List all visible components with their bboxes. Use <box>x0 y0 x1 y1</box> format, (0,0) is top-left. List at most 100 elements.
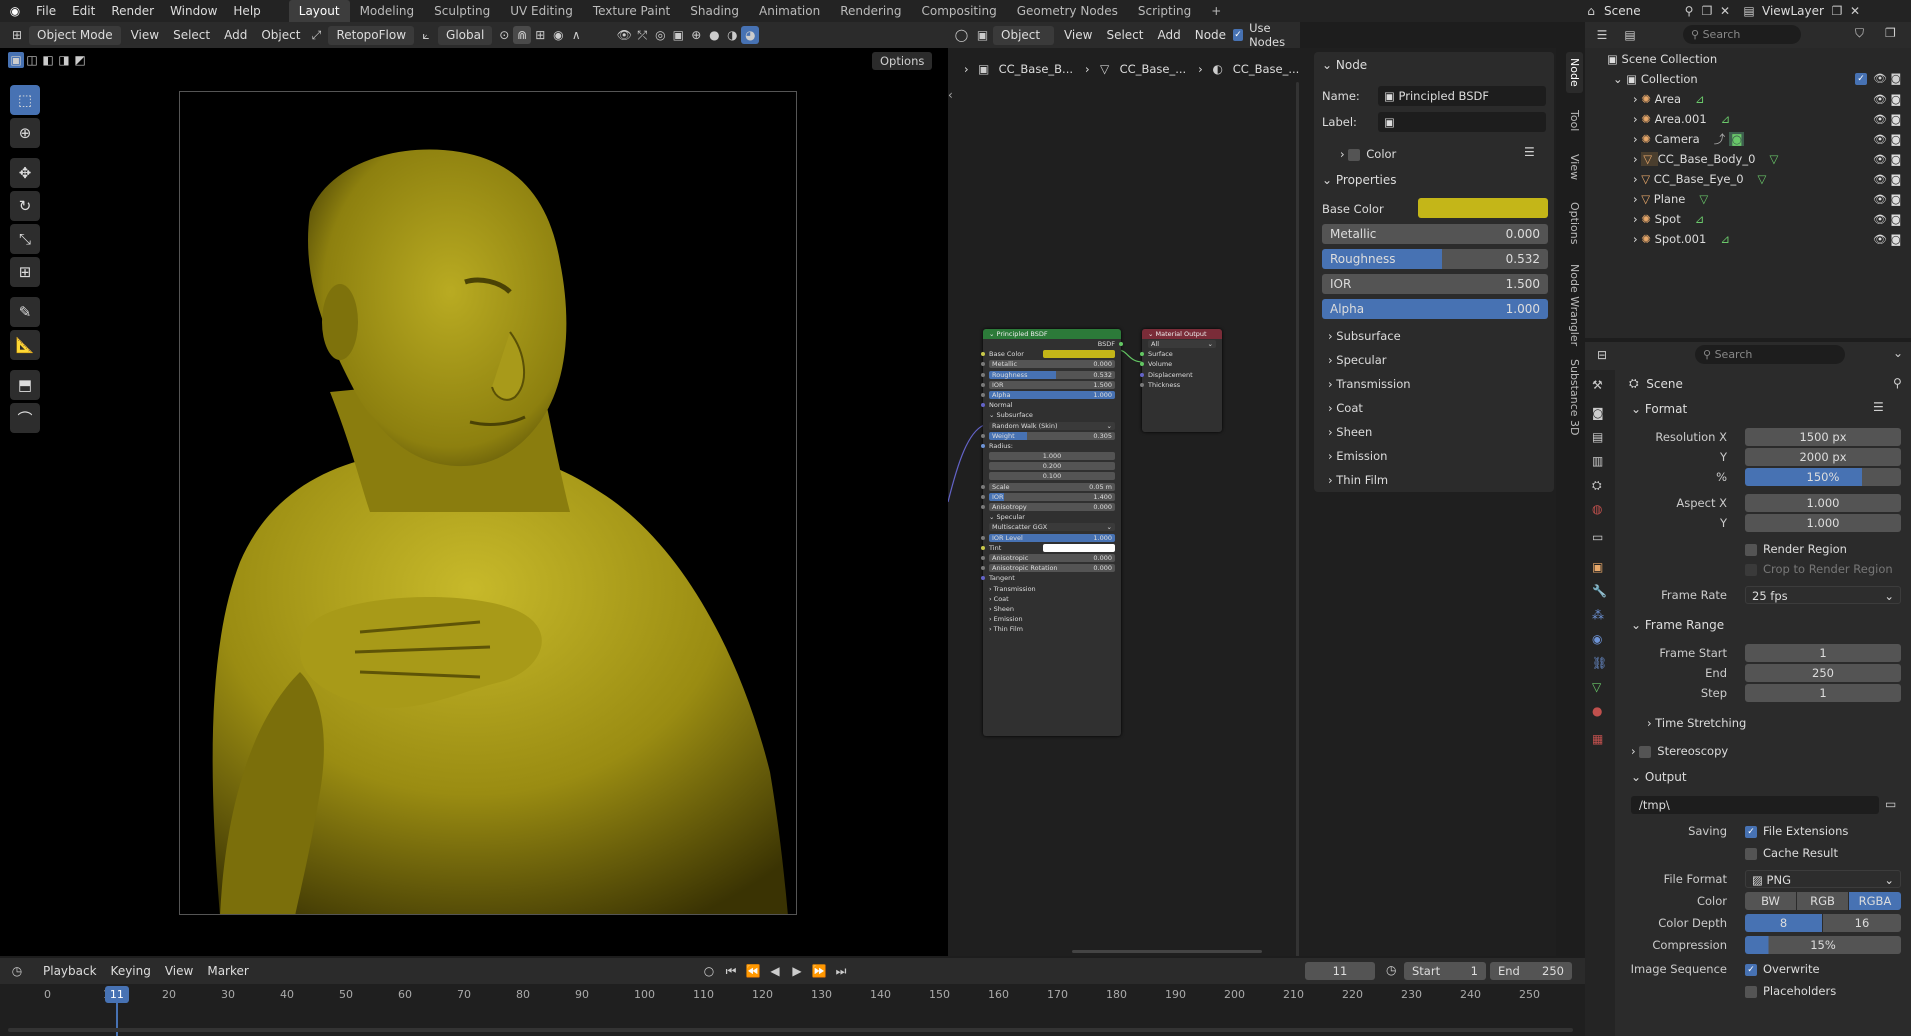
tab-shading[interactable]: Shading <box>680 0 749 22</box>
cache-result-checkbox[interactable] <box>1745 847 1757 860</box>
tab-layout[interactable]: Layout <box>288 0 350 22</box>
menu-edit[interactable]: Edit <box>64 0 103 22</box>
emission-subpanel[interactable]: › Emission <box>1328 449 1387 463</box>
sss-ior-row[interactable]: IOR 1.400 <box>981 492 1121 502</box>
viewport-menu-select[interactable]: Select <box>166 25 217 45</box>
subsurface-panel[interactable]: ⌄ Subsurface <box>983 410 1121 420</box>
thin-film-panel[interactable]: › Thin Film <box>983 624 1121 634</box>
socket[interactable] <box>981 352 985 357</box>
outliner-item-area-001[interactable]: › ✺ Area.001 ⊿ <box>1633 109 1893 129</box>
emission-panel[interactable]: › Emission <box>983 614 1121 624</box>
outliner-item-spot[interactable]: › ✺ Spot ⊿ <box>1633 209 1893 229</box>
scene-name[interactable]: Scene <box>1600 4 1680 18</box>
output-node-header[interactable]: ⌄ Material Output <box>1142 329 1222 339</box>
add-workspace-button[interactable]: + <box>1201 0 1231 22</box>
outliner-item-cc-base-body[interactable]: › ▽ CC_Base_Body_0 ▽ <box>1633 149 1893 169</box>
new-scene-icon[interactable]: ❐ <box>1698 2 1716 20</box>
rotate-tool[interactable]: ↻ <box>10 191 40 221</box>
tab-node-wrangler[interactable]: Node Wrangler <box>1566 258 1583 352</box>
outliner-search[interactable]: ⚲ Search <box>1683 25 1801 44</box>
frame-start-field[interactable]: 1 <box>1745 644 1901 662</box>
gizmos-icon[interactable]: ⤱ <box>633 26 651 44</box>
bsdf-node-header[interactable]: ⌄ Principled BSDF <box>983 329 1121 339</box>
solid-shading-icon[interactable]: ● <box>705 26 723 44</box>
select-subtract-icon[interactable]: ◧ <box>40 52 56 68</box>
stereoscopy-panel-header[interactable]: › Stereoscopy <box>1631 744 1728 758</box>
menu-playback[interactable]: Playback <box>36 961 104 981</box>
radius-r-row[interactable]: 1.000 <box>983 451 1121 461</box>
camera-render-icon[interactable]: ◙ <box>1890 173 1901 186</box>
frame-ruler[interactable]: 0102030405060708090100110120130140150160… <box>0 988 1585 1006</box>
blender-logo-icon[interactable]: ◉ <box>6 2 24 20</box>
jump-start-icon[interactable]: ⏮ <box>722 962 740 980</box>
socket[interactable] <box>1140 362 1144 367</box>
prev-keyframe-icon[interactable]: ⏪ <box>744 962 762 980</box>
resolution-y-field[interactable]: 2000 px <box>1745 448 1901 466</box>
snap-target-icon[interactable]: ⊞ <box>531 26 549 44</box>
outliner-type-icon[interactable]: ☰ <box>1593 26 1611 44</box>
chevron-down-icon[interactable]: ⌄ <box>1893 346 1903 360</box>
socket[interactable] <box>981 555 985 560</box>
resolution-x-field[interactable]: 1500 px <box>1745 428 1901 446</box>
tab-modeling[interactable]: Modeling <box>350 0 425 22</box>
menu-window[interactable]: Window <box>162 0 225 22</box>
visibility-icon[interactable]: 👁 <box>615 26 633 44</box>
aspect-y-field[interactable]: 1.000 <box>1745 514 1901 532</box>
overwrite-checkbox[interactable]: ✓ <box>1745 963 1757 976</box>
tab-substance-3d[interactable]: Substance 3D <box>1566 353 1583 441</box>
outliner-item-camera[interactable]: › ✺ Camera ⤴ ◙ <box>1633 129 1893 149</box>
sss-method-row[interactable]: Random Walk (Skin) ⌄ <box>983 421 1121 431</box>
base-color-swatch[interactable] <box>1043 350 1115 359</box>
file-extensions-checkbox[interactable]: ✓ <box>1745 825 1757 838</box>
scale-tool[interactable]: ⤡ <box>10 224 40 254</box>
spec-aniso-row[interactable]: Anisotropic 0.000 <box>981 553 1121 563</box>
properties-section-title[interactable]: ⌄ Properties <box>1322 173 1397 187</box>
falloff-icon[interactable]: ∧ <box>567 26 585 44</box>
base-color-field[interactable] <box>1418 198 1548 218</box>
color-bw-button[interactable]: BW <box>1745 892 1796 910</box>
ior-row[interactable]: IOR 1.500 <box>981 380 1121 390</box>
frame-rate-dropdown[interactable]: 25 fps ⌄ <box>1745 586 1901 604</box>
node-editor-vscrollbar[interactable] <box>1296 82 1299 956</box>
viewport-menu-view[interactable]: View <box>124 25 166 45</box>
expand-icon[interactable]: › <box>1633 132 1641 146</box>
tool-tab-icon[interactable]: ⚒ <box>1592 378 1603 392</box>
output-panel-header[interactable]: ⌄ Output <box>1631 770 1687 784</box>
time-stretching-subpanel[interactable]: › Time Stretching <box>1647 716 1746 730</box>
socket[interactable] <box>981 484 985 489</box>
eye-icon[interactable]: 👁 <box>1873 93 1887 106</box>
end-frame-field[interactable]: End 250 <box>1490 962 1572 980</box>
folder-icon[interactable]: ▭ <box>1885 797 1896 811</box>
delete-scene-icon[interactable]: ✕ <box>1716 2 1734 20</box>
menu-keying[interactable]: Keying <box>104 961 158 981</box>
tab-node[interactable]: Node <box>1566 52 1583 93</box>
select-extend-icon[interactable]: ◫ <box>24 52 40 68</box>
outliner-item-area[interactable]: › ✺ Area ⊿ <box>1633 89 1893 109</box>
tint-swatch[interactable] <box>1043 543 1115 552</box>
socket[interactable] <box>981 443 985 448</box>
view-layer-icon[interactable]: ▤ <box>1740 2 1758 20</box>
preview-range-icon[interactable]: ◷ <box>1386 963 1396 977</box>
proportional-edit-icon[interactable]: ◉ <box>549 26 567 44</box>
add-cube-tool[interactable]: ⬒ <box>10 370 40 400</box>
placeholders-checkbox[interactable] <box>1745 985 1757 998</box>
camera-render-icon[interactable]: ◙ <box>1890 133 1901 146</box>
pivot-icon[interactable]: ⊙ <box>495 26 513 44</box>
menu-file[interactable]: File <box>28 0 64 22</box>
filter-icon[interactable]: ⛉ <box>1855 26 1864 41</box>
editor-type-icon[interactable]: ⊞ <box>8 26 26 44</box>
camera-render-icon[interactable]: ◙ <box>1890 233 1901 246</box>
menu-help[interactable]: Help <box>225 0 268 22</box>
eye-icon[interactable]: 👁 <box>1873 113 1887 126</box>
new-view-layer-icon[interactable]: ❐ <box>1828 2 1846 20</box>
render-region-checkbox[interactable] <box>1745 543 1757 556</box>
play-icon[interactable]: ▶ <box>788 962 806 980</box>
sss-aniso-row[interactable]: Anisotropy 0.000 <box>981 502 1121 512</box>
bsdf-output-socket[interactable] <box>1119 342 1123 346</box>
overwrite-row[interactable]: ✓ Overwrite <box>1745 962 1820 976</box>
depth-8-button[interactable]: 8 <box>1745 914 1822 932</box>
color-checkbox[interactable] <box>1348 148 1361 161</box>
curve-tool[interactable]: ⌒ <box>10 403 40 433</box>
outliner-item-plane[interactable]: › ▽ Plane ▽ <box>1633 189 1893 209</box>
eye-icon[interactable]: 👁 <box>1873 213 1887 226</box>
